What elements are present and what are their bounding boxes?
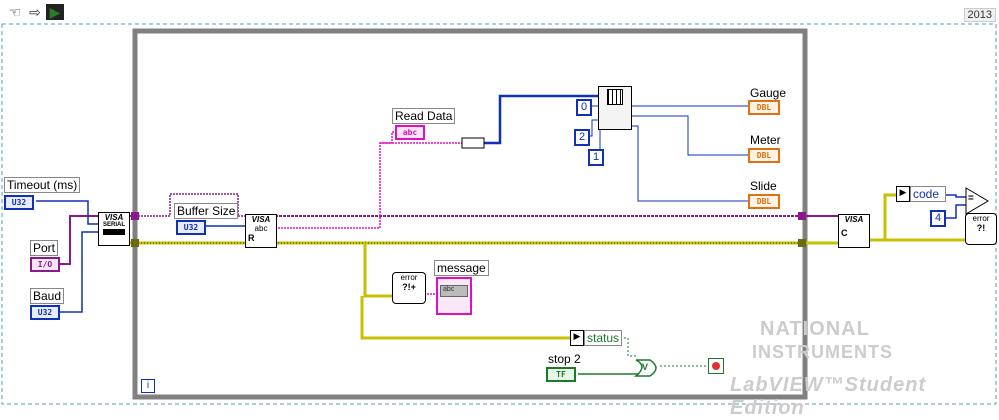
slide-label: Slide: [748, 179, 779, 193]
visa-read-subvi[interactable]: VISA abc R: [245, 214, 277, 248]
run-icon[interactable]: ▶: [46, 4, 64, 20]
loop-iteration-terminal[interactable]: i: [141, 379, 155, 393]
slide-terminal[interactable]: DBL: [748, 194, 780, 209]
port-label: Port: [30, 240, 59, 256]
error-cluster-from-error-code-subvi[interactable]: error ?!+: [392, 272, 426, 304]
visa-tunnel-right: [798, 212, 806, 220]
stop-terminal[interactable]: TF: [546, 367, 576, 382]
read-data-terminal[interactable]: abc: [395, 125, 425, 140]
unbundle-code-node[interactable]: ▶: [896, 186, 910, 202]
grab-hand-icon[interactable]: ☜: [6, 4, 24, 20]
toolbar: ☜ ⇨ ▶: [0, 0, 80, 22]
index-constant-1[interactable]: 1: [588, 149, 604, 166]
visa-configure-serial-subvi[interactable]: VISA SERIAL: [98, 212, 130, 246]
baud-terminal[interactable]: U32: [30, 305, 60, 320]
timeout-terminal[interactable]: U32: [4, 195, 34, 210]
buffer-size-label: Buffer Size: [174, 203, 239, 219]
visa-close-subvi[interactable]: VISA C: [838, 214, 870, 248]
meter-terminal[interactable]: DBL: [748, 148, 780, 163]
arrow-icon[interactable]: ⇨: [26, 4, 44, 20]
gauge-label: Gauge: [748, 86, 789, 100]
block-diagram: ☜ ⇨ ▶ 2013 Timeout (ms) U32 Port I/O Bau…: [0, 0, 999, 419]
error-tunnel-left: [131, 239, 139, 247]
code-label: code: [910, 186, 946, 202]
or-gate-label: V: [642, 362, 649, 372]
gauge-terminal[interactable]: DBL: [748, 100, 780, 115]
message-indicator[interactable]: abc: [436, 277, 472, 315]
status-label: status: [584, 330, 623, 346]
string-to-byte-array-node[interactable]: [461, 137, 485, 149]
watermark-line3: LabVIEW™Student Edition: [730, 374, 927, 419]
constant-4[interactable]: 4: [930, 210, 946, 227]
index-array-node[interactable]: [598, 86, 632, 130]
visa-tunnel-left: [131, 212, 139, 220]
baud-label: Baud: [30, 288, 65, 304]
watermark-line1: NATIONAL: [760, 318, 870, 340]
read-data-label: Read Data: [392, 108, 456, 124]
message-label: message: [434, 260, 489, 276]
buffer-size-terminal[interactable]: U32: [176, 220, 206, 235]
error-tunnel-right: [798, 239, 806, 247]
version-label: 2013: [963, 8, 996, 22]
unbundle-node[interactable]: ▶: [570, 330, 584, 346]
equal-symbol: =: [968, 193, 974, 204]
timeout-label: Timeout (ms): [4, 177, 81, 193]
watermark-line2: INSTRUMENTS: [752, 342, 893, 362]
index-constant-0[interactable]: 0: [576, 99, 592, 116]
simple-error-handler-subvi[interactable]: error ?!: [965, 213, 997, 245]
index-constant-2[interactable]: 2: [574, 129, 590, 146]
loop-stop-condition[interactable]: [708, 358, 724, 374]
meter-label: Meter: [748, 133, 783, 147]
port-terminal[interactable]: I/O: [30, 257, 60, 272]
stop-label: stop 2: [546, 352, 583, 366]
